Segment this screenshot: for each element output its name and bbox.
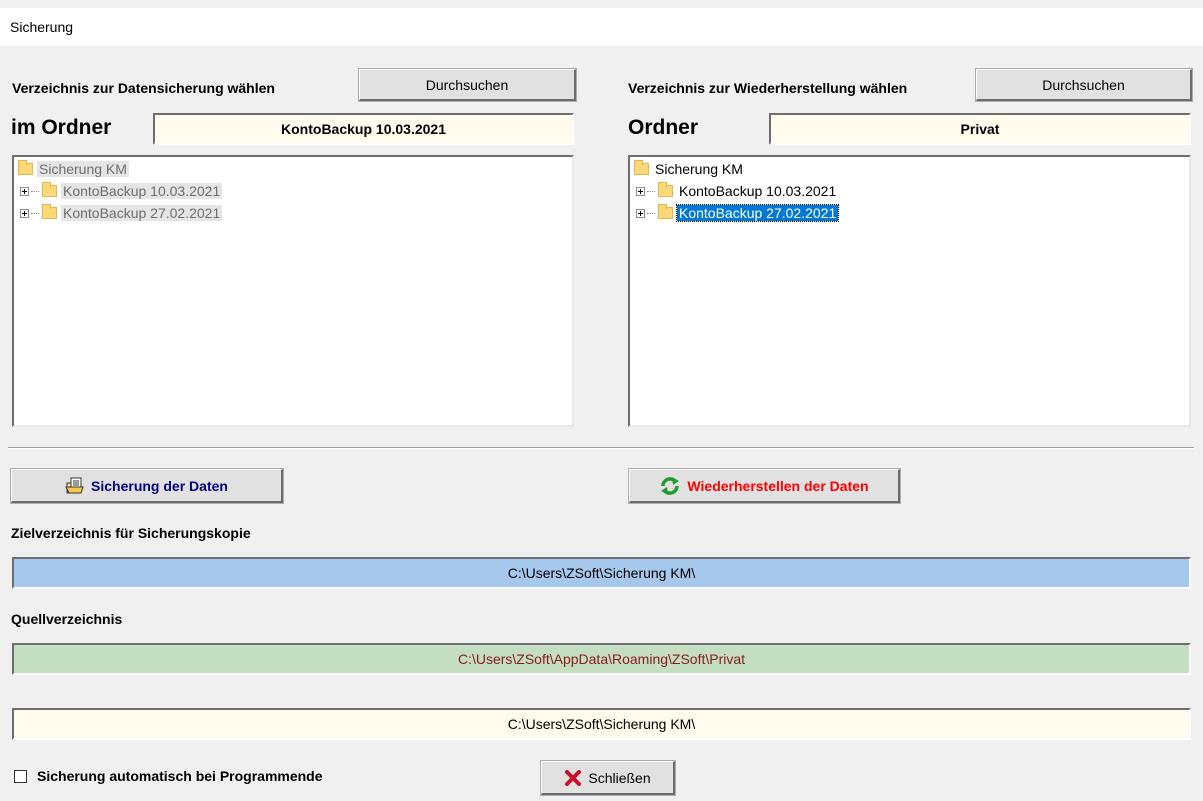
backup-folder-tree[interactable]: Sicherung KM KontoBackup 10.03.2021 Kont…	[12, 155, 574, 427]
restore-folder-tree[interactable]: Sicherung KM KontoBackup 10.03.2021 Kont…	[628, 155, 1191, 427]
source-directory-path: C:\Users\ZSoft\AppData\Roaming\ZSoft\Pri…	[12, 643, 1191, 675]
folder-icon	[634, 160, 649, 175]
tree-node-2[interactable]: KontoBackup 27.02.2021	[20, 203, 223, 223]
tree-node-1[interactable]: KontoBackup 10.03.2021	[20, 181, 223, 201]
window-titlebar: Sicherung	[0, 8, 1203, 46]
folder-icon	[658, 204, 673, 219]
backup-directory-heading: Verzeichnis zur Datensicherung wählen	[12, 80, 275, 96]
restore-directory-heading: Verzeichnis zur Wiederherstellung wählen	[628, 80, 908, 96]
tree-node-label: KontoBackup 27.02.2021	[61, 205, 223, 221]
tree-connector	[31, 190, 39, 192]
tree-root-label: Sicherung KM	[37, 161, 129, 177]
backup-folder-field: KontoBackup 10.03.2021	[153, 113, 574, 145]
expand-icon[interactable]	[636, 208, 645, 218]
backup-folder-label: im Ordner	[11, 116, 112, 139]
tree-node-label: KontoBackup 10.03.2021	[679, 183, 837, 199]
red-x-icon	[565, 769, 582, 786]
folder-icon	[658, 182, 673, 197]
refresh-arrows-icon	[661, 476, 680, 495]
tree-connector	[647, 212, 655, 214]
backup-data-label: Sicherung der Daten	[91, 477, 228, 494]
expand-icon[interactable]	[20, 208, 29, 218]
source-directory-label: Quellverzeichnis	[11, 611, 123, 627]
restore-data-label: Wiederherstellen der Daten	[687, 477, 869, 494]
section-divider	[8, 447, 1194, 449]
restore-browse-button[interactable]: Durchsuchen	[976, 69, 1192, 101]
auto-backup-checkbox[interactable]	[14, 770, 27, 783]
tree-root-label: Sicherung KM	[655, 161, 743, 177]
close-label: Schließen	[588, 769, 651, 786]
backup-data-button[interactable]: Sicherung der Daten	[11, 469, 283, 503]
close-button[interactable]: Schließen	[541, 761, 675, 795]
folder-icon	[42, 204, 57, 219]
restore-folder-label: Ordner	[628, 116, 699, 139]
auto-backup-label[interactable]: Sicherung automatisch bei Programmende	[37, 768, 323, 784]
window-title: Sicherung	[10, 19, 74, 35]
expand-icon[interactable]	[20, 186, 29, 196]
backup-path-field: C:\Users\ZSoft\Sicherung KM\	[12, 708, 1191, 740]
folder-icon	[18, 160, 33, 175]
target-directory-path: C:\Users\ZSoft\Sicherung KM\	[12, 557, 1191, 589]
restore-data-button[interactable]: Wiederherstellen der Daten	[629, 469, 900, 503]
backup-document-icon	[65, 477, 84, 493]
restore-folder-field: Privat	[769, 113, 1191, 145]
expand-icon[interactable]	[636, 186, 645, 196]
tree-root-node[interactable]: Sicherung KM	[18, 159, 129, 179]
tree-connector	[647, 190, 655, 192]
tree-node-2-selected[interactable]: KontoBackup 27.02.2021	[636, 203, 840, 223]
backup-browse-button[interactable]: Durchsuchen	[359, 69, 576, 101]
tree-root-node[interactable]: Sicherung KM	[634, 159, 745, 179]
folder-icon	[42, 182, 57, 197]
tree-node-1[interactable]: KontoBackup 10.03.2021	[636, 181, 838, 201]
tree-node-label: KontoBackup 27.02.2021	[675, 204, 840, 222]
target-directory-label: Zielverzeichnis für Sicherungskopie	[11, 525, 251, 541]
tree-node-label: KontoBackup 10.03.2021	[61, 183, 223, 199]
tree-connector	[31, 212, 39, 214]
